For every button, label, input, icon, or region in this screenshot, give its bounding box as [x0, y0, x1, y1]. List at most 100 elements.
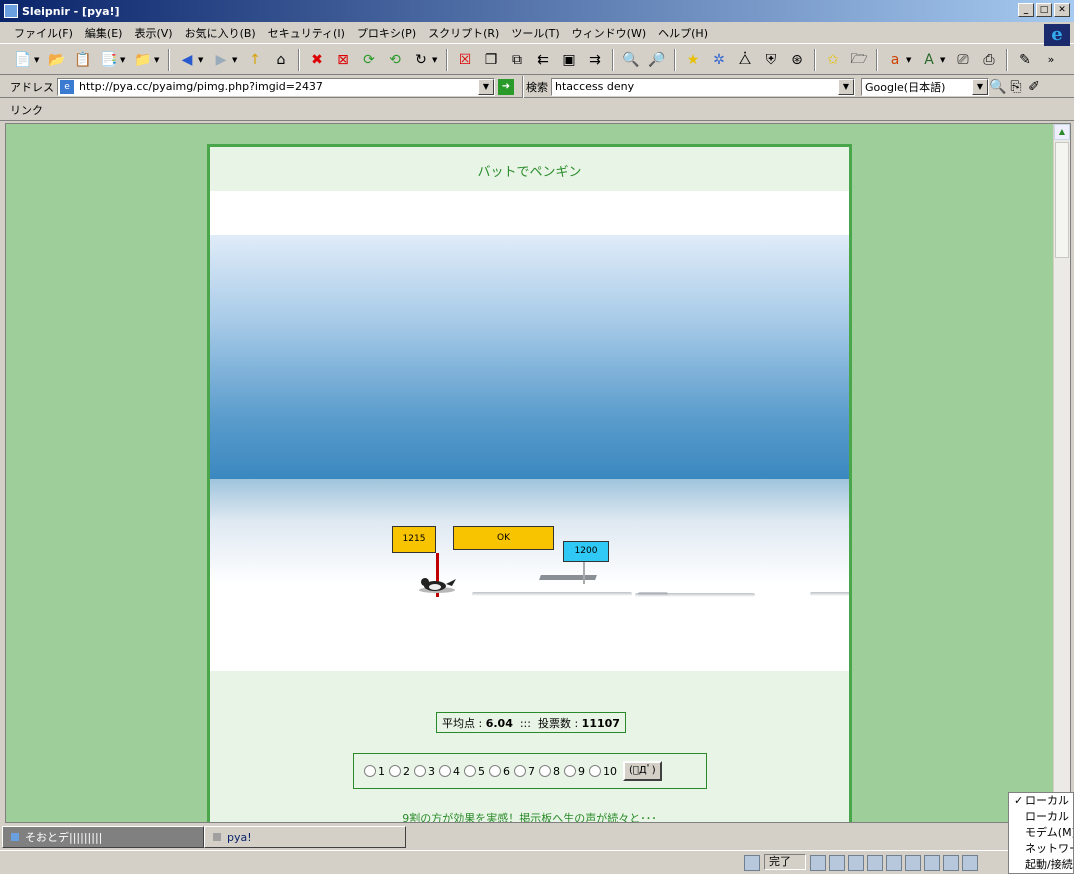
cookie-icon[interactable]: [943, 855, 959, 871]
menu-security[interactable]: セキュリティ(I): [262, 25, 351, 41]
menu-help[interactable]: ヘルプ(H): [652, 25, 714, 41]
close-others-icon[interactable]: ⧉: [506, 49, 528, 71]
game-canvas[interactable]: 1215 OK 1200: [210, 235, 849, 671]
search-input[interactable]: htaccess deny ▼: [551, 77, 855, 96]
vote-option-6[interactable]: 6: [489, 765, 510, 778]
radio-button[interactable]: [489, 765, 501, 777]
vote-option-4[interactable]: 4: [439, 765, 460, 778]
chevron-down-icon[interactable]: ▼: [478, 78, 494, 95]
vote-submit-button[interactable]: (ﾟДﾟ): [623, 761, 662, 781]
popup-item-modem[interactable]: モデム(M): [1009, 825, 1073, 841]
menu-view[interactable]: 表示(V): [128, 25, 178, 41]
new-page-icon[interactable]: 📄: [12, 49, 34, 71]
up-icon[interactable]: ↑: [244, 49, 266, 71]
find-icon[interactable]: 🔎: [646, 49, 668, 71]
forward-icon[interactable]: ▶: [210, 49, 232, 71]
go-arrow-icon[interactable]: ➜: [498, 78, 514, 95]
stop-icon[interactable]: ✖: [306, 49, 328, 71]
scroll-up-icon[interactable]: ▲: [1054, 124, 1070, 140]
clip-folder-icon[interactable]: 🗁: [848, 49, 870, 71]
chevron-down-icon[interactable]: ▼: [34, 56, 42, 64]
menu-proxy[interactable]: プロキシ(P): [351, 25, 422, 41]
vote-option-9[interactable]: 9: [564, 765, 585, 778]
vote-option-10[interactable]: 10: [589, 765, 617, 778]
chevron-down-icon[interactable]: ▼: [906, 56, 914, 64]
minimize-button[interactable]: _: [1018, 3, 1034, 17]
vote-option-7[interactable]: 7: [514, 765, 535, 778]
encoding-icon[interactable]: a: [884, 49, 906, 71]
radio-button[interactable]: [539, 765, 551, 777]
radio-button[interactable]: [564, 765, 576, 777]
chevron-down-icon[interactable]: ▼: [154, 56, 162, 64]
close-left-icon[interactable]: ⇇: [532, 49, 554, 71]
radio-button[interactable]: [389, 765, 401, 777]
star-icon[interactable]: ★: [682, 49, 704, 71]
url-input[interactable]: e http://pya.cc/pyaimg/pimg.php?imgid=24…: [57, 77, 495, 96]
font-size-icon[interactable]: A: [918, 49, 940, 71]
search-engine-select[interactable]: Google(日本語) ▼: [861, 77, 989, 96]
tile-icon[interactable]: ▣: [558, 49, 580, 71]
menu-window[interactable]: ウィンドウ(W): [566, 25, 652, 41]
radio-button[interactable]: [589, 765, 601, 777]
chevron-down-icon[interactable]: ▼: [972, 78, 988, 95]
copy-page-icon[interactable]: 📋: [72, 49, 94, 71]
tree-icon[interactable]: ⧊: [734, 49, 756, 71]
image-icon[interactable]: [829, 855, 845, 871]
highlight-icon[interactable]: ⎘: [1007, 76, 1025, 98]
links-label[interactable]: リンク: [10, 102, 43, 118]
vertical-scrollbar[interactable]: ▲: [1053, 124, 1070, 822]
sparkle-icon[interactable]: ✲: [708, 49, 730, 71]
tab-pya[interactable]: pya!: [204, 826, 406, 848]
radio-button[interactable]: [414, 765, 426, 777]
activex-icon[interactable]: [867, 855, 883, 871]
reload-icon[interactable]: ⟳: [358, 49, 380, 71]
favorite-star-icon[interactable]: ✩: [822, 49, 844, 71]
auto-reload-icon[interactable]: ↻: [410, 49, 432, 71]
menu-script[interactable]: スクリプト(R): [422, 25, 505, 41]
scroll-thumb[interactable]: [1055, 142, 1069, 258]
chevron-more-icon[interactable]: »: [1040, 49, 1062, 71]
chevron-down-icon[interactable]: ▼: [232, 56, 240, 64]
popup-item-startup[interactable]: 起動/接続: [1009, 857, 1073, 873]
stop-all-icon[interactable]: ⊠: [332, 49, 354, 71]
home-icon[interactable]: ⌂: [270, 49, 292, 71]
chevron-down-icon[interactable]: ▼: [120, 56, 128, 64]
vote-option-1[interactable]: 1: [364, 765, 385, 778]
radio-button[interactable]: [514, 765, 526, 777]
menu-favorites[interactable]: お気に入り(B): [179, 25, 262, 41]
sound-icon[interactable]: [848, 855, 864, 871]
print-icon[interactable]: ⎙: [978, 49, 1000, 71]
history-icon[interactable]: ⊛: [786, 49, 808, 71]
close-button[interactable]: ✕: [1054, 3, 1070, 17]
vote-option-2[interactable]: 2: [389, 765, 410, 778]
popup-block-icon[interactable]: [886, 855, 902, 871]
search-go-icon[interactable]: 🔍: [989, 76, 1007, 98]
tab-other[interactable]: そおとデ|||||||||: [2, 826, 204, 848]
vote-option-8[interactable]: 8: [539, 765, 560, 778]
edit-icon[interactable]: ✎: [1014, 49, 1036, 71]
proxy-icon[interactable]: [924, 855, 940, 871]
maximize-button[interactable]: □: [1036, 3, 1052, 17]
favorites-add-icon[interactable]: 📑: [98, 49, 120, 71]
chevron-down-icon[interactable]: ▼: [432, 56, 440, 64]
popup-item-local-u[interactable]: ✓ローカル U: [1009, 793, 1073, 809]
menu-file[interactable]: ファイル(F): [8, 25, 79, 41]
close-tab-icon[interactable]: ☒: [454, 49, 476, 71]
radio-button[interactable]: [439, 765, 451, 777]
search-icon[interactable]: 🔍: [620, 49, 642, 71]
script-icon[interactable]: [810, 855, 826, 871]
vote-option-5[interactable]: 5: [464, 765, 485, 778]
popup-item-local-s[interactable]: ローカル シ: [1009, 809, 1073, 825]
radio-button[interactable]: [364, 765, 376, 777]
open-file-icon[interactable]: 📂: [46, 49, 68, 71]
close-right-icon[interactable]: ⇉: [584, 49, 606, 71]
security-icon[interactable]: ⛨: [760, 49, 782, 71]
preview-icon[interactable]: ⎚: [952, 49, 974, 71]
folder-icon[interactable]: 📁: [132, 49, 154, 71]
promo-link[interactable]: 9割の方が効果を実感！掲示板へ生の声が続々と･･･: [210, 810, 849, 822]
reload-all-icon[interactable]: ⟲: [384, 49, 406, 71]
chevron-down-icon[interactable]: ▼: [198, 56, 206, 64]
vote-option-3[interactable]: 3: [414, 765, 435, 778]
popup-item-network[interactable]: ネットワーク: [1009, 841, 1073, 857]
radio-button[interactable]: [464, 765, 476, 777]
